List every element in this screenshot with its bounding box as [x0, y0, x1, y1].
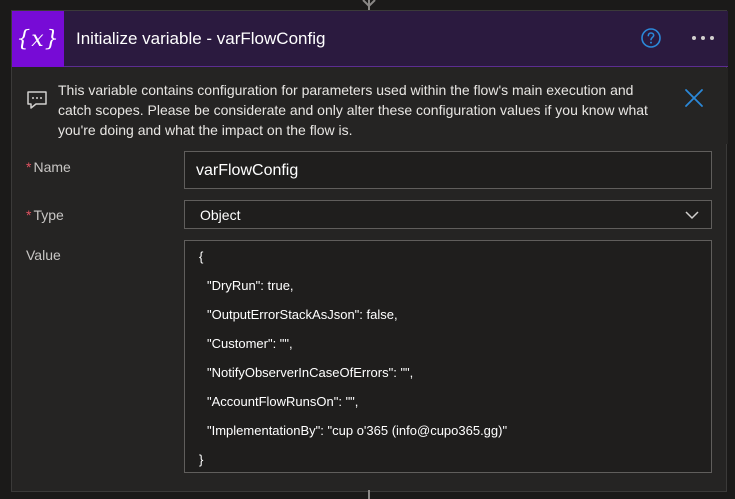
value-line: "ImplementationBy": "cup o'365 (info@cup… [207, 423, 508, 438]
name-label: * Name [26, 159, 71, 175]
comment-text: This variable contains configuration for… [58, 82, 648, 138]
value-label: Value [26, 247, 61, 263]
value-line: } [199, 452, 204, 467]
value-editor[interactable]: { "DryRun": true, "OutputErrorStackAsJso… [184, 240, 712, 473]
action-card: {x} Initialize variable - varFlowConfig … [11, 10, 728, 492]
value-line: { [199, 249, 204, 264]
value-line: "Customer": "", [207, 336, 293, 351]
action-title[interactable]: Initialize variable - varFlowConfig [76, 29, 325, 49]
value-line: "OutputErrorStackAsJson": false, [207, 307, 398, 322]
value-line: "AccountFlowRunsOn": "", [207, 394, 359, 409]
chevron-down-icon [685, 211, 699, 220]
variable-icon: {x} [12, 11, 64, 67]
type-label: * Type [26, 207, 64, 223]
value-line: "NotifyObserverInCaseOfErrors": "", [207, 365, 414, 380]
help-icon[interactable] [640, 27, 662, 49]
connector-arrow-icon [362, 0, 376, 8]
name-input[interactable]: varFlowConfig [184, 151, 712, 189]
more-options-icon[interactable] [688, 27, 718, 49]
type-select[interactable]: Object [184, 200, 712, 229]
action-header[interactable]: {x} Initialize variable - varFlowConfig [12, 11, 728, 67]
comment-bar: This variable contains configuration for… [12, 68, 728, 144]
value-line: "DryRun": true, [207, 278, 294, 293]
connector-line-bottom [368, 490, 370, 499]
comment-icon [27, 91, 47, 109]
close-icon[interactable] [684, 88, 704, 108]
